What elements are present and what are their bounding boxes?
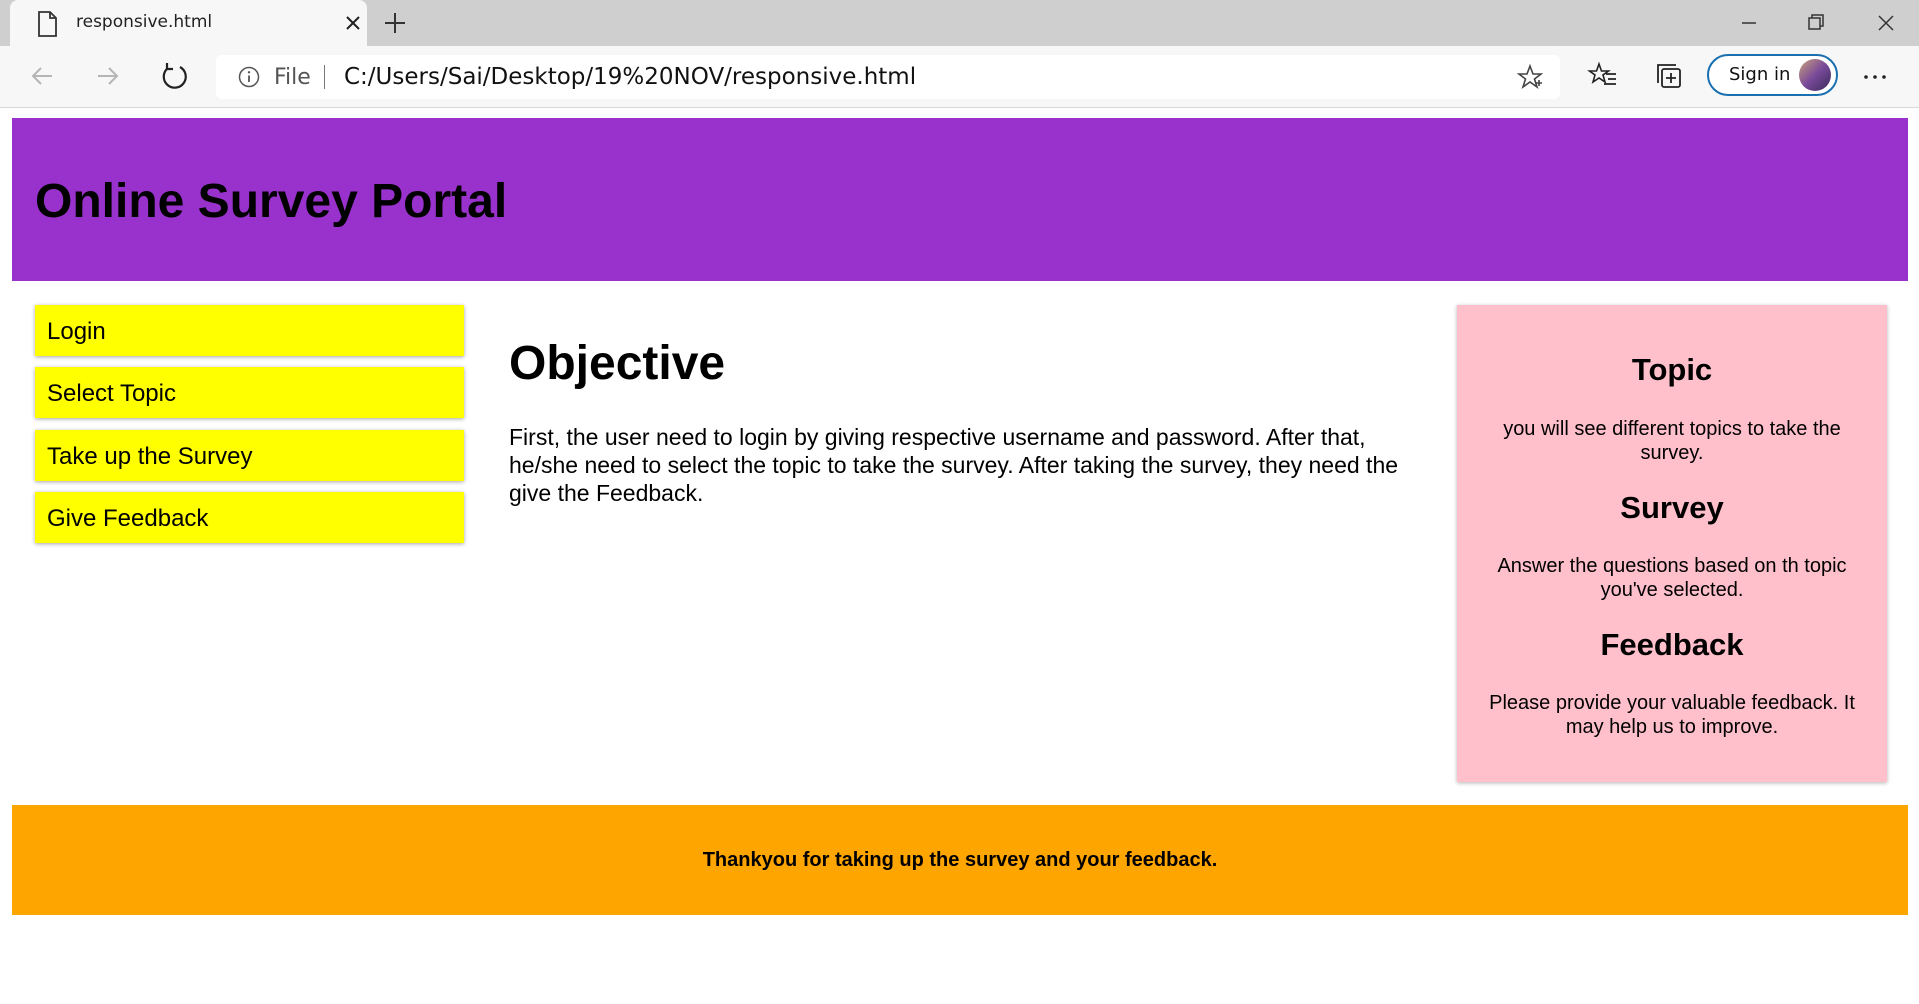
- window-close-icon[interactable]: [1871, 8, 1901, 38]
- collections-icon[interactable]: [1653, 60, 1685, 92]
- menu-item-login[interactable]: Login: [35, 305, 464, 356]
- plus-icon[interactable]: [382, 10, 408, 36]
- menu-item-label: Take up the Survey: [47, 443, 253, 470]
- star-icon[interactable]: [1517, 64, 1543, 90]
- site-footer: Thankyou for taking up the survey and yo…: [12, 805, 1908, 915]
- info-icon[interactable]: [238, 66, 260, 88]
- objective-text: First, the user need to login by giving …: [509, 424, 1399, 506]
- topic-text: you will see different topics to take th…: [1503, 418, 1841, 464]
- close-icon[interactable]: [344, 14, 362, 32]
- menu-item-take-survey[interactable]: Take up the Survey: [35, 430, 464, 481]
- back-icon[interactable]: [26, 60, 58, 92]
- objective-heading: Objective: [509, 337, 726, 390]
- file-label: File: [274, 65, 311, 90]
- feedback-heading: Feedback: [1600, 627, 1744, 662]
- survey-text: Answer the questions based on th topic y…: [1497, 555, 1847, 601]
- site-header: Online Survey Portal: [12, 118, 1908, 281]
- survey-heading: Survey: [1620, 490, 1724, 525]
- tab-title: responsive.html: [76, 12, 213, 32]
- minimize-icon[interactable]: [1734, 8, 1764, 38]
- sign-in-button[interactable]: Sign in: [1707, 54, 1838, 96]
- url-text[interactable]: C:/Users/Sai/Desktop/19%20NOV/responsive…: [344, 64, 916, 90]
- info-sidebar: Topic you will see different topics to t…: [1457, 305, 1887, 782]
- topic-heading: Topic: [1631, 352, 1713, 387]
- menu-item-label: Give Feedback: [47, 505, 209, 532]
- address-separator: [324, 65, 325, 89]
- menu-item-label: Select Topic: [47, 380, 176, 407]
- browser-window: responsive.html File C:/Users/Sai/Deskto…: [0, 0, 1919, 1004]
- menu-item-label: Login: [47, 318, 106, 345]
- tab-strip: responsive.html: [0, 0, 1919, 46]
- menu-item-select-topic[interactable]: Select Topic: [35, 367, 464, 418]
- browser-tab[interactable]: responsive.html: [10, 0, 367, 46]
- feedback-text: Please provide your valuable feedback. I…: [1489, 692, 1855, 738]
- browser-toolbar: File C:/Users/Sai/Desktop/19%20NOV/respo…: [0, 46, 1919, 108]
- refresh-icon[interactable]: [158, 60, 190, 92]
- sign-in-label: Sign in: [1729, 64, 1791, 85]
- address-bar[interactable]: File C:/Users/Sai/Desktop/19%20NOV/respo…: [216, 55, 1560, 99]
- document-icon: [38, 11, 57, 37]
- page-title: Online Survey Portal: [35, 175, 508, 228]
- menu-item-give-feedback[interactable]: Give Feedback: [35, 492, 464, 543]
- restore-icon[interactable]: [1801, 8, 1831, 38]
- footer-text: Thankyou for taking up the survey and yo…: [702, 849, 1218, 871]
- forward-icon[interactable]: [92, 60, 124, 92]
- favorites-icon[interactable]: [1587, 60, 1619, 92]
- avatar: [1799, 59, 1831, 91]
- more-icon[interactable]: [1860, 62, 1890, 92]
